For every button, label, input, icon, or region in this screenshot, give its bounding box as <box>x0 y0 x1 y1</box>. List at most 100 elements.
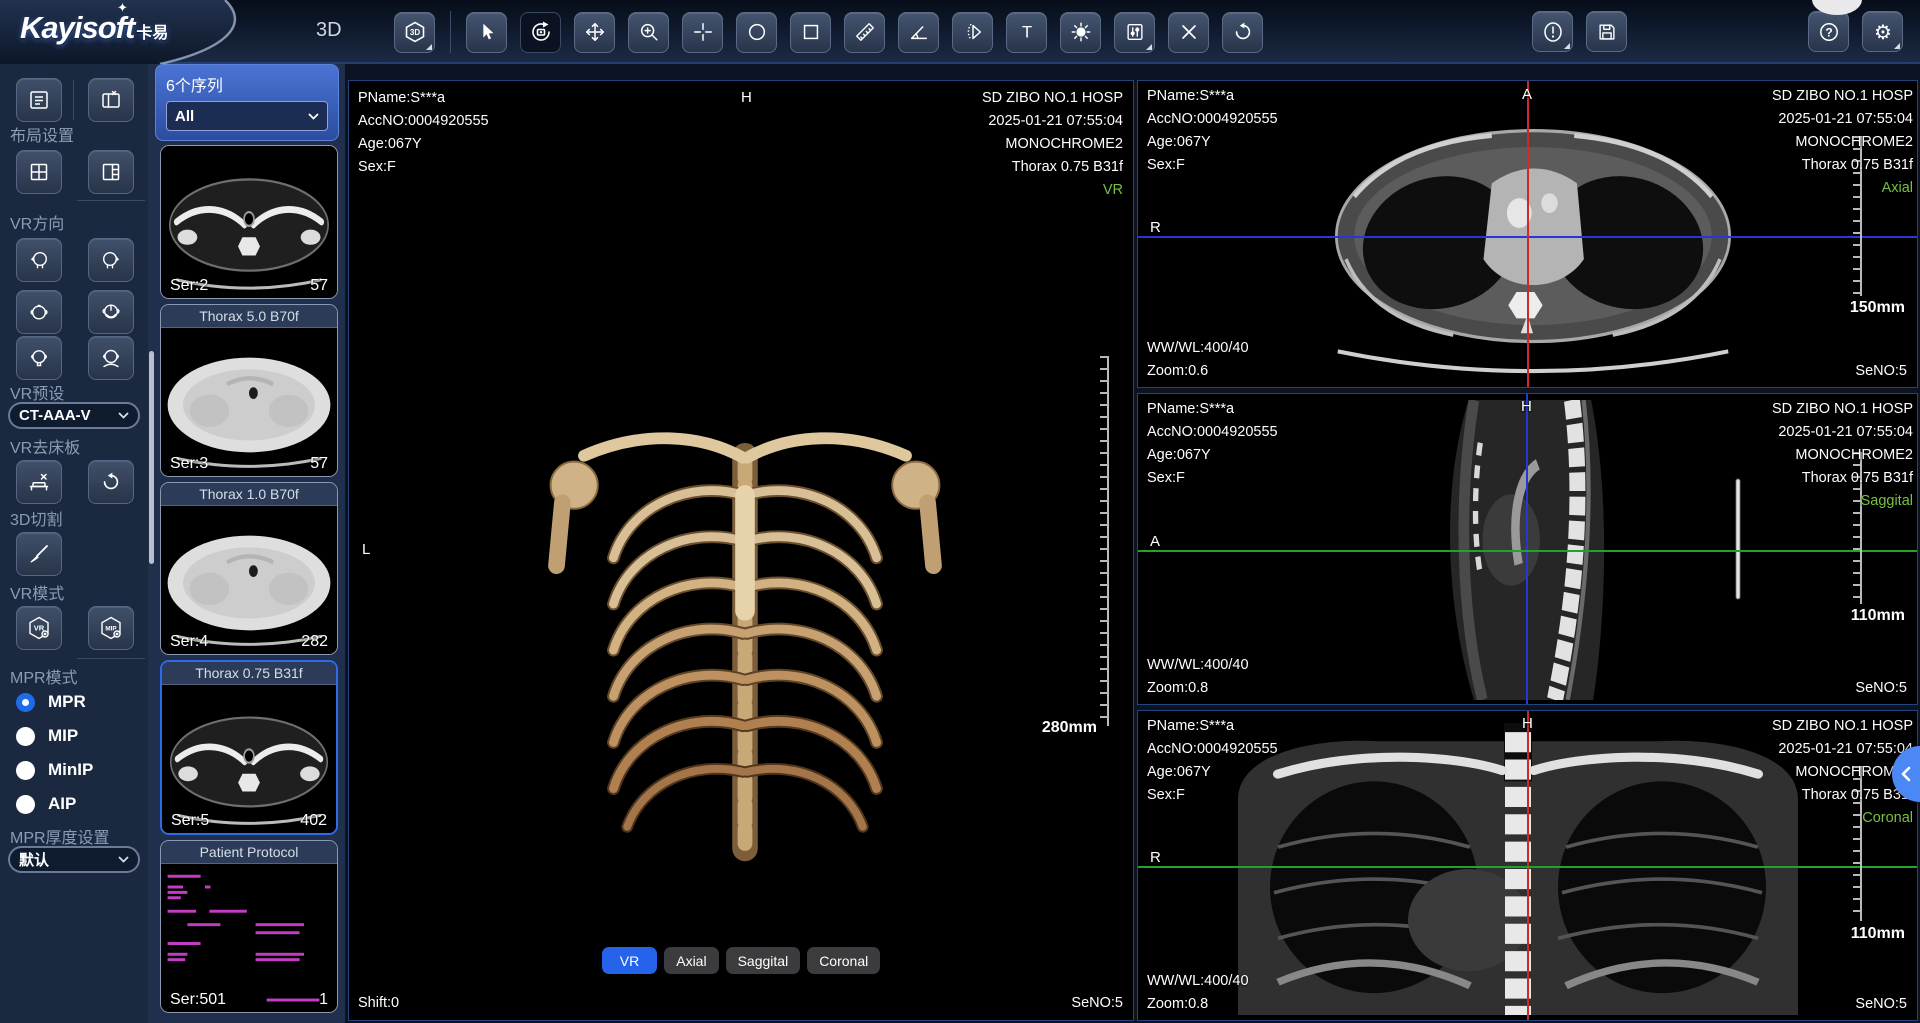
bed-reset-button[interactable] <box>88 460 134 504</box>
report-button[interactable] <box>1532 11 1573 52</box>
vr-view-top-button[interactable] <box>16 290 62 334</box>
pan-tool[interactable] <box>574 12 615 53</box>
scale-label: 150mm <box>1850 299 1905 317</box>
layout-section-label: 布局设置 <box>10 122 74 146</box>
angle-tool[interactable] <box>898 12 939 53</box>
series-item-ser-4[interactable]: Thorax 1.0 B70fSer:4282 <box>160 482 338 655</box>
mode-label: 3D <box>316 19 342 42</box>
series-scrollbar-thumb[interactable] <box>149 351 154 564</box>
layout-main-right-button[interactable] <box>88 150 134 194</box>
vr-render-mode-button[interactable]: VR <box>16 606 62 650</box>
series-image-count: 57 <box>310 455 328 473</box>
head-bottom-icon <box>99 300 123 324</box>
radio-icon[interactable] <box>16 795 35 814</box>
crosshair-vertical-blue[interactable] <box>1526 394 1528 704</box>
viewport-mode-label: VR <box>982 179 1123 202</box>
close-panel-button[interactable] <box>88 78 134 122</box>
cobb-angle-tool[interactable] <box>952 12 993 53</box>
cut-3d-label: 3D切割 <box>10 506 62 530</box>
rotate-3d-tool[interactable] <box>520 12 561 53</box>
crosshair-vertical-red[interactable] <box>1527 81 1529 387</box>
volume-3d-tool[interactable]: 3D <box>394 12 435 53</box>
crosshair-horizontal-green[interactable] <box>1138 550 1917 552</box>
coronal-viewport[interactable]: PName:S***aAccNO:0004920555 Age:067YSex:… <box>1137 710 1918 1021</box>
close-icon <box>1178 21 1200 43</box>
settings-button[interactable]: ⚙ <box>1862 11 1903 52</box>
saggital-viewport[interactable]: PName:S***aAccNO:0004920555 Age:067YSex:… <box>1137 393 1918 705</box>
brightness-tool[interactable] <box>1060 12 1101 53</box>
help-button[interactable]: ? <box>1808 11 1849 52</box>
orientation-left-label: R <box>1150 849 1161 866</box>
series-number: Ser:2 <box>170 277 208 295</box>
orientation-button-saggital[interactable]: Saggital <box>726 947 801 974</box>
zoom-tool[interactable] <box>628 12 669 53</box>
close-annotations-tool[interactable] <box>1168 12 1209 53</box>
series-item-ser-501[interactable]: Patient ProtocolSer:5011 <box>160 840 338 1013</box>
svg-text:T: T <box>1021 24 1031 42</box>
pointer-icon <box>476 21 498 43</box>
orientation-button-coronal[interactable]: Coronal <box>807 947 880 974</box>
chevron-down-icon <box>118 856 129 863</box>
series-item-ser-5[interactable]: Thorax 0.75 B31fSer:5402 <box>160 660 338 835</box>
ruler-tool[interactable] <box>844 12 885 53</box>
layout-right-split-icon <box>99 160 123 184</box>
orientation-button-vr[interactable]: VR <box>602 947 657 974</box>
remove-bed-button[interactable] <box>16 460 62 504</box>
vr-direction-label: VR方向 <box>10 210 64 234</box>
app-logo: Kayisoft卡易 <box>20 10 168 46</box>
text-tool-icon: T <box>1016 21 1038 43</box>
series-title: Patient Protocol <box>161 841 337 864</box>
vr-view-left-button[interactable] <box>16 238 62 282</box>
vr-preset-select[interactable]: CT-AAA-V <box>8 402 140 429</box>
vr-rendering <box>529 343 961 863</box>
series-item-ser-3[interactable]: Thorax 5.0 B70f Ser:357 <box>160 304 338 477</box>
mpr-option-mpr[interactable]: MPR <box>16 692 86 712</box>
rect-roi-tool[interactable] <box>790 12 831 53</box>
mpr-option-minip[interactable]: MinIP <box>16 760 93 780</box>
window-level-tool[interactable] <box>1114 12 1155 53</box>
orientation-button-axial[interactable]: Axial <box>664 947 718 974</box>
radio-icon[interactable] <box>16 761 35 780</box>
mip-render-mode-button[interactable]: MIP <box>88 606 134 650</box>
series-count-label: 6个序列 <box>166 72 328 96</box>
text-tool[interactable]: T <box>1006 12 1047 53</box>
orientation-left-label: A <box>1150 533 1160 550</box>
patient-info-overlay: PName:S***aAccNO:0004920555 Age:067YSex:… <box>358 87 489 179</box>
vr-view-front-button[interactable] <box>88 336 134 380</box>
orientation-top-label: H <box>1521 398 1532 415</box>
reset-tool[interactable] <box>1222 12 1263 53</box>
cut-3d-button[interactable] <box>16 532 62 576</box>
radio-icon[interactable] <box>16 727 35 746</box>
viewport-mode-label: Coronal <box>1772 807 1913 830</box>
save-button[interactable] <box>1586 11 1627 52</box>
scalpel-icon <box>27 542 51 566</box>
vr-view-back-button[interactable] <box>16 336 62 380</box>
mpr-thickness-select[interactable]: 默认 <box>8 846 140 873</box>
angle-icon <box>908 21 930 43</box>
cube-3d-icon: 3D <box>403 20 427 44</box>
layout-grid-button[interactable] <box>16 150 62 194</box>
series-number: Ser:4 <box>170 633 208 651</box>
axial-viewport[interactable]: PName:S***aAccNO:0004920555 Age:067YSex:… <box>1137 80 1918 388</box>
patient-info-overlay: PName:S***aAccNO:0004920555 Age:067YSex:… <box>1147 398 1278 490</box>
vr-view-bottom-button[interactable] <box>88 290 134 334</box>
series-footer: Ser:357 <box>170 455 328 473</box>
crosshair-horizontal-green[interactable] <box>1138 866 1917 868</box>
series-filter-select[interactable]: All <box>166 101 328 131</box>
ellipse-roi-tool[interactable] <box>736 12 777 53</box>
series-title: Thorax 5.0 B70f <box>161 305 337 328</box>
pointer-tool[interactable] <box>466 12 507 53</box>
reset-icon <box>1232 21 1254 43</box>
mpr-option-aip[interactable]: AIP <box>16 794 76 814</box>
crosshair-tool[interactable] <box>682 12 723 53</box>
series-thumbnail: Ser:257 <box>161 146 337 298</box>
mpr-option-mip[interactable]: MIP <box>16 726 78 746</box>
vr-view-right-button[interactable] <box>88 238 134 282</box>
orientation-left-label: L <box>362 541 370 558</box>
series-list-toggle-button[interactable] <box>16 78 62 122</box>
radio-icon[interactable] <box>16 693 35 712</box>
wwwl-zoom-overlay: WW/WL:400/40Zoom:0.8 <box>1147 654 1249 700</box>
vr-viewport[interactable]: PName:S***aAccNO:0004920555 Age:067YSex:… <box>348 80 1134 1021</box>
chevron-down-icon <box>118 412 129 419</box>
series-item-ser-2[interactable]: Ser:257 <box>160 145 338 299</box>
